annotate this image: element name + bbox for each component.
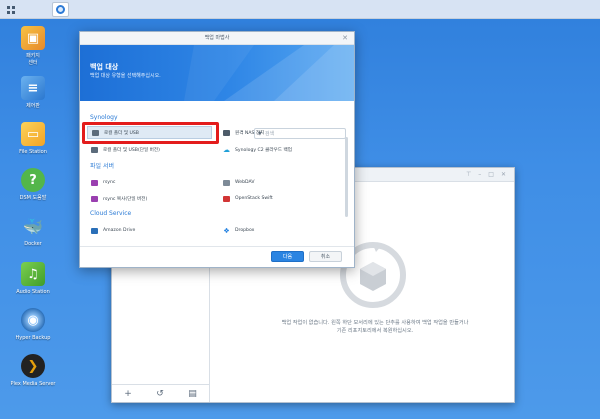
option-label: 원격 NAS 장치 [235, 130, 265, 136]
desktop-icon-file-station[interactable]: ▭ File Station [3, 122, 63, 156]
audio-station-icon: ♫ [21, 262, 45, 286]
desktop-icon-package-center[interactable]: ▣ 패키지 센터 [3, 26, 63, 67]
option-label: rsync 복사(단일 버전) [103, 196, 148, 202]
file-station-icon: ▭ [21, 122, 45, 146]
option-rsync[interactable]: rsync [87, 176, 212, 189]
section-synology: Synology [90, 114, 118, 121]
wizard-banner: 백업 대상 백업 대상 유형을 선택해주십시오. [80, 45, 354, 101]
option-synology-c2[interactable]: ☁ Synology C2 클라우드 백업 [219, 143, 344, 156]
cancel-button[interactable]: 취소 [309, 251, 342, 262]
option-label: 로컬 폴더 및 USB [104, 130, 139, 136]
option-openstack-swift[interactable]: OpenStack Swift [219, 192, 344, 205]
backup-wizard-dialog: 백업 마법사 ✕ 백업 대상 백업 대상 유형을 선택해주십시오. ▼ 검색 S… [79, 31, 355, 268]
local-folder-single-icon [91, 146, 98, 153]
rsync-copy-icon [91, 195, 98, 202]
section-cloud-service: Cloud Service [90, 210, 132, 217]
option-label: Dropbox [235, 228, 255, 233]
option-amazon-drive[interactable]: Amazon Drive [87, 224, 212, 237]
option-local-folder-single[interactable]: 로컬 폴더 및 USB(단일 버전) [87, 143, 212, 156]
option-rsync-copy[interactable]: rsync 복사(단일 버전) [87, 192, 212, 205]
maximize-icon[interactable]: □ [488, 171, 494, 178]
close-icon[interactable]: ✕ [501, 171, 506, 178]
desktop-icon-label: Docker [24, 241, 42, 247]
desktop-icon-label: 패키지 센터 [26, 53, 40, 66]
pin-icon[interactable]: ⊤ [466, 171, 471, 178]
dialog-title: 백업 마법사 [204, 35, 230, 41]
log-button[interactable]: ▤ [188, 389, 197, 399]
banner-heading: 백업 대상 [90, 63, 119, 71]
docker-icon: 🐳 [23, 216, 43, 236]
plex-icon: ❯ [21, 354, 45, 378]
empty-state-text: 백업 작업이 없습니다. 왼쪽 하단 모서리에 있는 단추를 사용하여 백업 작… [281, 320, 469, 334]
dialog-footer: 다음 취소 [80, 246, 354, 267]
option-dropbox[interactable]: ❖ Dropbox [219, 224, 344, 237]
taskbar [0, 0, 600, 19]
desktop-icon-docker[interactable]: 🐳 Docker [3, 214, 63, 248]
section-file-server: 파일 서버 [90, 163, 114, 170]
restore-history-button[interactable]: ↺ [156, 389, 164, 399]
local-folder-icon [92, 129, 99, 136]
amazon-drive-icon [91, 227, 98, 234]
desktop-icon-label: 제어판 [26, 103, 40, 109]
option-label: rsync [103, 180, 116, 185]
desktop-icon-hyper-backup[interactable]: ◉ Hyper Backup [3, 308, 63, 342]
desktop-icon-label: DSM 도움말 [19, 195, 47, 201]
hyper-backup-icon [56, 5, 65, 14]
desktop-icon-label: Hyper Backup [15, 335, 51, 341]
desktop-icon-dsm-help[interactable]: ? DSM 도움말 [3, 168, 63, 202]
grid-icon [7, 5, 15, 14]
add-task-button[interactable]: + [124, 389, 132, 399]
desktop-icon-label: File Station [19, 149, 47, 155]
task-toolbar: + ↺ ▤ [112, 384, 209, 402]
webdav-icon [223, 179, 230, 186]
dropbox-icon: ❖ [223, 226, 230, 235]
desktop-icon-plex[interactable]: ❯ Plex Media Server [3, 354, 63, 388]
banner-decoration [184, 45, 354, 101]
desktop-icon-label: Audio Station [16, 289, 50, 295]
desktop-icon-control-panel[interactable]: ≡ 제어판 [3, 76, 63, 110]
c2-cloud-icon: ☁ [223, 145, 230, 154]
openstack-icon [223, 195, 230, 202]
option-label: OpenStack Swift [235, 196, 273, 201]
help-icon: ? [21, 168, 45, 192]
desktop-icon-audio-station[interactable]: ♫ Audio Station [3, 262, 63, 296]
package-center-icon: ▣ [21, 26, 45, 50]
option-local-folder-usb[interactable]: 로컬 폴더 및 USB [87, 126, 212, 139]
option-label: Synology C2 클라우드 백업 [235, 147, 292, 153]
next-button[interactable]: 다음 [271, 251, 304, 262]
hyper-backup-icon: ◉ [21, 308, 45, 332]
control-panel-icon: ≡ [21, 76, 45, 100]
rsync-icon [91, 179, 98, 186]
taskbar-hyper-backup-button[interactable] [52, 2, 69, 17]
main-menu-button[interactable] [0, 0, 22, 19]
option-label: WebDAV [235, 180, 255, 185]
close-icon[interactable]: ✕ [342, 32, 348, 45]
remote-nas-icon [223, 129, 230, 136]
desktop-icon-label: Plex Media Server [10, 381, 56, 387]
option-label: 로컬 폴더 및 USB(단일 버전) [103, 147, 160, 153]
option-label: Amazon Drive [103, 228, 136, 233]
banner-subtitle: 백업 대상 유형을 선택해주십시오. [90, 73, 161, 79]
option-webdav[interactable]: WebDAV [219, 176, 344, 189]
option-remote-nas[interactable]: 원격 NAS 장치 [219, 126, 344, 139]
dialog-titlebar: 백업 마법사 ✕ [80, 32, 354, 45]
minimize-icon[interactable]: – [478, 171, 481, 178]
scrollbar[interactable] [345, 137, 348, 217]
